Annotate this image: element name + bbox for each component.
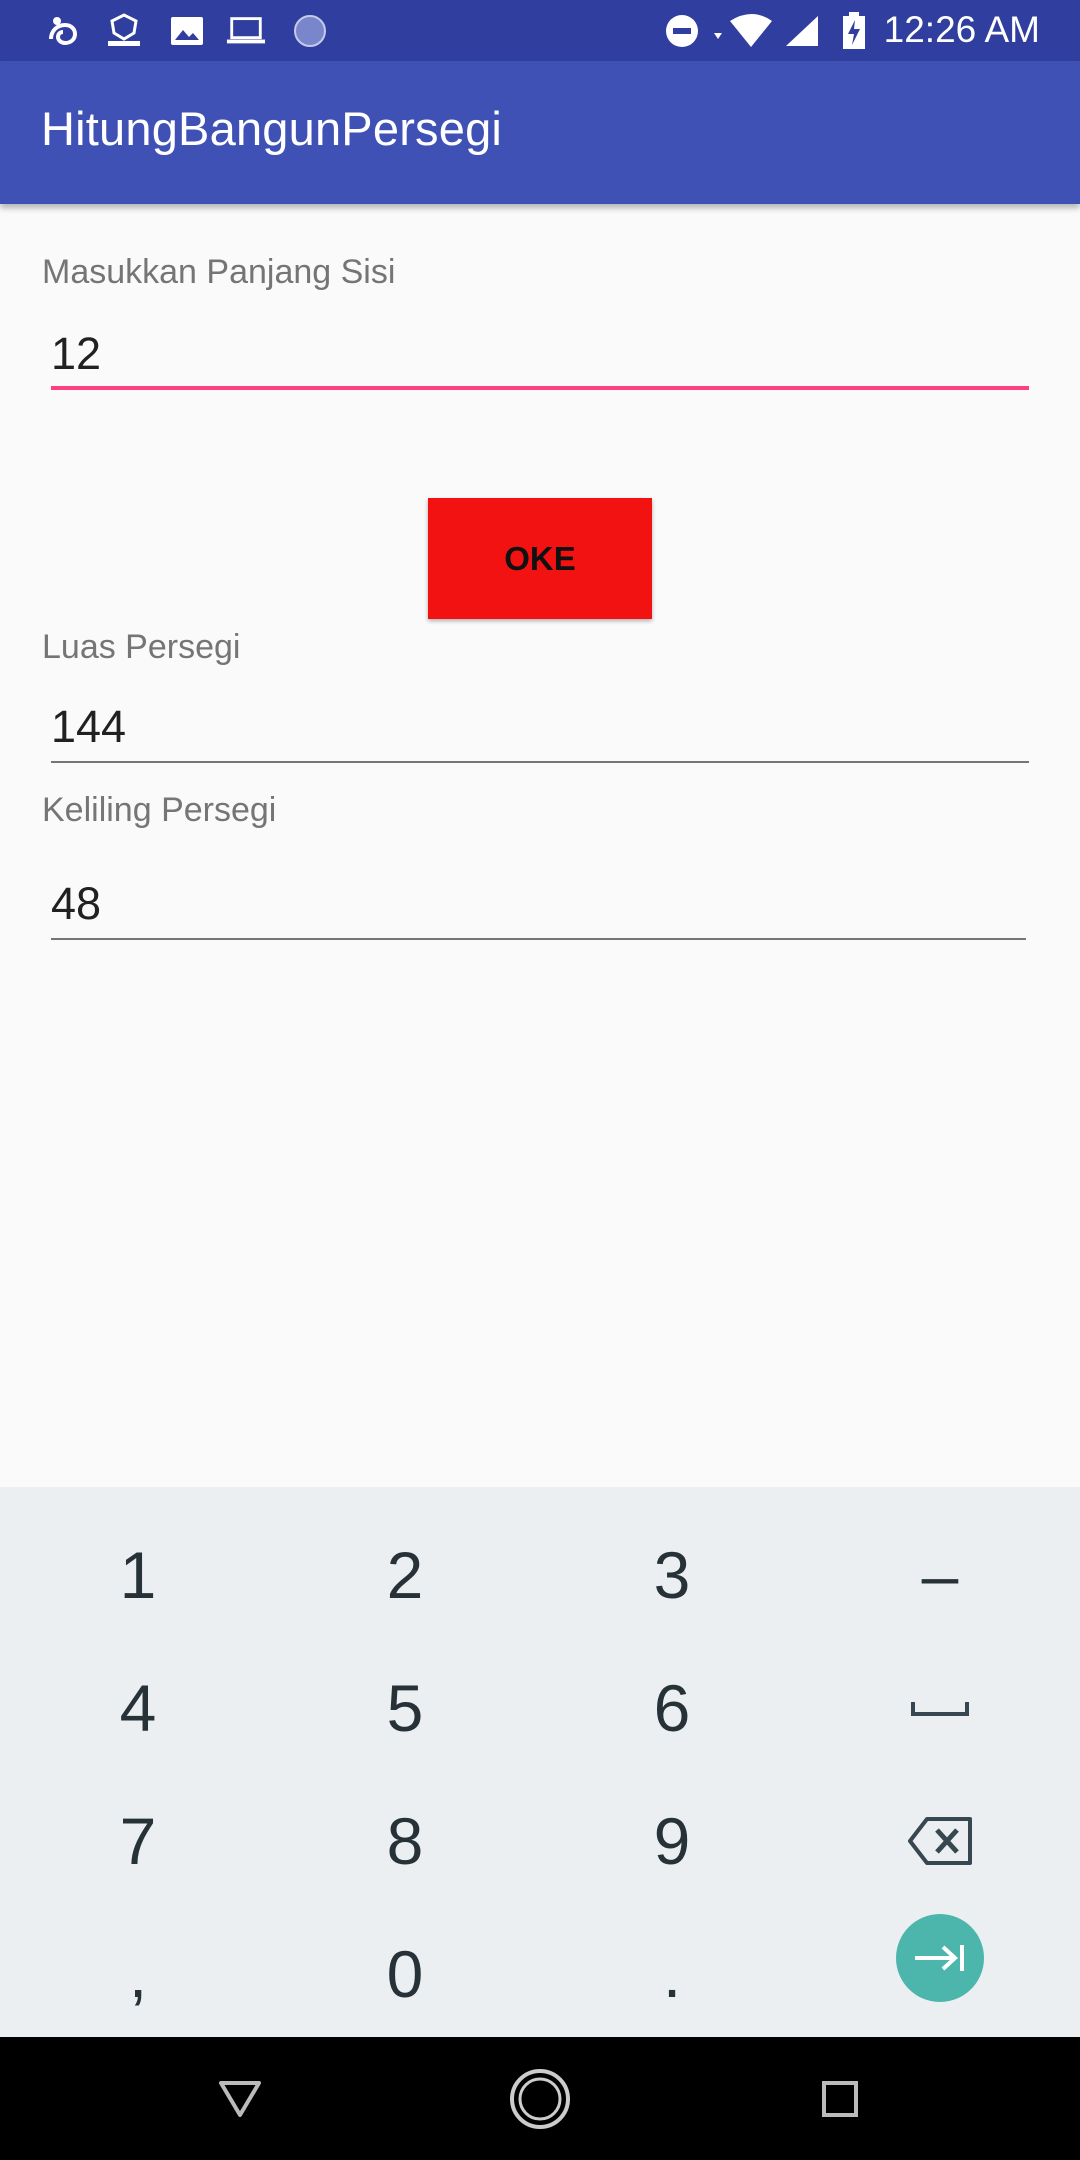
wifi-icon (712, 12, 774, 50)
navigation-bar (0, 2037, 1080, 2160)
side-length-input[interactable]: 12 (51, 320, 1029, 390)
backspace-icon (908, 1817, 972, 1865)
key-period[interactable]: . (552, 1908, 792, 2040)
laptop-icon (226, 12, 266, 50)
side-length-value: 12 (51, 328, 102, 379)
key-1[interactable]: 1 (18, 1509, 258, 1641)
area-label: Luas Persegi (42, 628, 241, 666)
recents-square-icon (822, 2081, 858, 2117)
key-comma[interactable]: , (18, 1908, 258, 2040)
home-circle-icon (510, 2069, 570, 2129)
next-key[interactable] (896, 1914, 984, 2002)
next-arrow-icon (915, 1945, 964, 1971)
key-6[interactable]: 6 (552, 1642, 792, 1774)
field-underline (51, 761, 1029, 763)
status-time: 12:26 AM (883, 9, 1040, 50)
status-bar: 12:26 AM (0, 0, 1080, 61)
perimeter-label: Keliling Persegi (42, 791, 277, 829)
key-dash[interactable]: – (820, 1509, 1060, 1641)
area-field[interactable]: 144 (51, 693, 1029, 763)
key-8[interactable]: 8 (285, 1775, 525, 1907)
home-button[interactable] (500, 2059, 580, 2139)
dnd-icon (662, 12, 702, 50)
side-length-label: Masukkan Panjang Sisi (42, 253, 396, 291)
key-7[interactable]: 7 (18, 1775, 258, 1907)
app-badge-icon (104, 12, 144, 50)
field-underline (51, 938, 1026, 940)
signal-icon (782, 12, 822, 50)
recents-button[interactable] (800, 2059, 880, 2139)
space-icon (911, 1702, 969, 1716)
back-button[interactable] (200, 2059, 280, 2139)
key-backspace[interactable] (820, 1775, 1060, 1907)
key-0[interactable]: 0 (285, 1908, 525, 2040)
key-2[interactable]: 2 (285, 1509, 525, 1641)
input-underline (51, 386, 1029, 390)
perimeter-field[interactable]: 48 (51, 870, 1026, 940)
app-bar: HitungBangunPersegi (0, 61, 1080, 204)
key-space[interactable] (820, 1642, 1060, 1774)
key-4[interactable]: 4 (18, 1642, 258, 1774)
area-value: 144 (51, 701, 127, 752)
app-title: HitungBangunPersegi (41, 102, 503, 155)
key-3[interactable]: 3 (552, 1509, 792, 1641)
key-5[interactable]: 5 (285, 1642, 525, 1774)
back-triangle-icon (219, 2081, 261, 2117)
oke-button[interactable]: OKE (428, 498, 652, 619)
perimeter-value: 48 (51, 878, 102, 929)
image-icon (167, 12, 207, 50)
uc-browser-icon (44, 12, 84, 50)
sync-icon (290, 12, 330, 50)
battery-charging-icon (836, 12, 872, 50)
key-9[interactable]: 9 (552, 1775, 792, 1907)
